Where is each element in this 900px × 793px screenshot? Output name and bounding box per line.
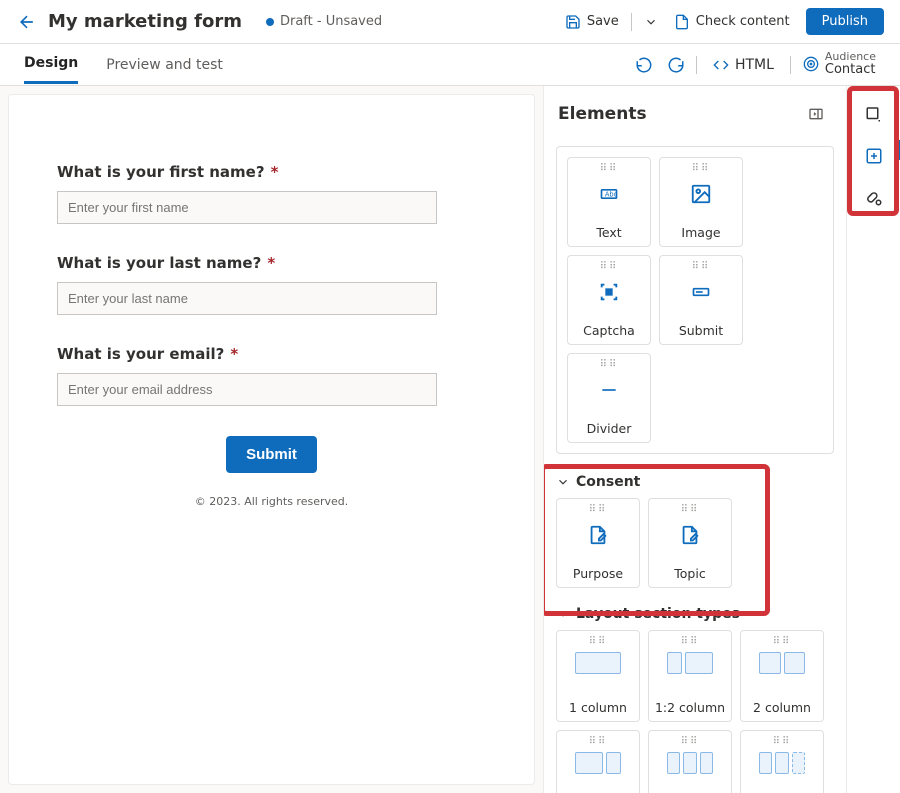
element-tile-divider[interactable]: ⠿⠿ Divider <box>567 353 651 443</box>
grip-icon: ⠿⠿ <box>600 362 619 367</box>
tile-label: Submit <box>679 323 723 338</box>
html-toggle-button[interactable]: HTML <box>707 53 780 77</box>
tile-label: 1:2 column <box>655 700 725 715</box>
consent-tile-topic[interactable]: ⠿⠿ Topic <box>648 498 732 588</box>
grip-icon: ⠿⠿ <box>681 739 700 744</box>
tile-label: Image <box>681 225 720 240</box>
svg-text:Abc: Abc <box>605 191 618 199</box>
element-tile-text[interactable]: ⠿⠿ Abc Text <box>567 157 651 247</box>
tab-preview[interactable]: Preview and test <box>106 47 223 83</box>
tile-label: Topic <box>674 566 705 581</box>
divider <box>696 56 697 74</box>
section-consent-toggle[interactable]: Consent <box>556 474 834 490</box>
rail-elements-button[interactable] <box>860 142 888 170</box>
code-icon <box>713 57 729 73</box>
tile-label: Text <box>596 225 621 240</box>
section-layout-title: Layout section types <box>576 606 740 622</box>
layout-1-2-icon <box>667 652 713 674</box>
element-tile-submit[interactable]: ⠿⠿ Submit <box>659 255 743 345</box>
save-dropdown-button[interactable] <box>636 10 666 34</box>
element-tile-captcha[interactable]: ⠿⠿ Captcha <box>567 255 651 345</box>
grip-icon: ⠿⠿ <box>681 639 700 644</box>
layout-tile-3col[interactable]: ⠿⠿ 3 column <box>648 730 732 793</box>
tile-label: 2 column <box>753 700 811 715</box>
divider <box>790 56 791 74</box>
status-text: Draft - Unsaved <box>280 14 382 29</box>
redo-button[interactable] <box>662 51 690 79</box>
target-icon <box>803 56 819 72</box>
email-input[interactable] <box>57 373 437 406</box>
undo-button[interactable] <box>630 51 658 79</box>
grip-icon: ⠿⠿ <box>773 739 792 744</box>
layout-tile-2col[interactable]: ⠿⠿ 2 column <box>740 630 824 722</box>
consent-tile-purpose[interactable]: ⠿⠿ Purpose <box>556 498 640 588</box>
panel-title: Elements <box>558 104 647 124</box>
audience-selector[interactable]: Audience Contact <box>803 51 876 77</box>
layout-custom-icon <box>759 752 805 774</box>
grip-icon: ⠿⠿ <box>600 264 619 269</box>
tile-label: Purpose <box>573 566 623 581</box>
layout-tile-1col[interactable]: ⠿⠿ 1 column <box>556 630 640 722</box>
check-content-button[interactable]: Check content <box>666 9 798 35</box>
grip-icon: ⠿⠿ <box>681 507 700 512</box>
grip-icon: ⠿⠿ <box>773 639 792 644</box>
field-label-email: What is your email?* <box>57 345 486 363</box>
divider-icon <box>594 375 624 405</box>
submit-icon <box>686 277 716 307</box>
document-icon <box>674 14 690 30</box>
save-icon <box>565 14 581 30</box>
save-label: Save <box>587 14 619 29</box>
first-name-input[interactable] <box>57 191 437 224</box>
element-tile-image[interactable]: ⠿⠿ Image <box>659 157 743 247</box>
rail-fields-button[interactable] <box>860 100 888 128</box>
layout-3col-icon <box>667 752 713 774</box>
section-consent-title: Consent <box>576 474 640 490</box>
form-submit-button[interactable]: Submit <box>226 436 317 473</box>
save-button[interactable]: Save <box>557 9 627 35</box>
chevron-down-icon <box>556 607 570 621</box>
status-dot-icon <box>266 18 274 26</box>
layout-tile-2-1[interactable]: ⠿⠿ 2:1 column <box>556 730 640 793</box>
tile-label: Captcha <box>583 323 635 338</box>
image-icon <box>686 179 716 209</box>
section-layout-toggle[interactable]: Layout section types <box>556 606 834 622</box>
tile-label: 1 column <box>569 700 627 715</box>
layout-tile-custom[interactable]: ⠿⠿ Custom <box>740 730 824 793</box>
field-label-last-name: What is your last name?* <box>57 254 486 272</box>
purpose-icon <box>583 520 613 550</box>
grip-icon: ⠿⠿ <box>589 739 608 744</box>
grip-icon: ⠿⠿ <box>692 166 711 171</box>
layout-2-1-icon <box>575 752 621 774</box>
form-canvas[interactable]: What is your first name?* What is your l… <box>8 94 535 785</box>
page-title: My marketing form <box>48 11 242 32</box>
tile-label: Divider <box>587 421 632 436</box>
panel-collapse-button[interactable] <box>802 100 830 128</box>
publish-button[interactable]: Publish <box>806 8 884 35</box>
field-label-first-name: What is your first name?* <box>57 163 486 181</box>
tab-design[interactable]: Design <box>24 45 78 84</box>
grip-icon: ⠿⠿ <box>692 264 711 269</box>
html-label: HTML <box>735 57 774 73</box>
captcha-icon <box>594 277 624 307</box>
topic-icon <box>675 520 705 550</box>
layout-2col-icon <box>759 652 805 674</box>
grip-icon: ⠿⠿ <box>600 166 619 171</box>
layout-1col-icon <box>575 652 621 674</box>
rail-styles-button[interactable] <box>860 184 888 212</box>
text-icon: Abc <box>594 179 624 209</box>
chevron-down-icon <box>556 475 570 489</box>
grip-icon: ⠿⠿ <box>589 639 608 644</box>
grip-icon: ⠿⠿ <box>589 507 608 512</box>
last-name-input[interactable] <box>57 282 437 315</box>
divider <box>631 13 632 31</box>
back-button[interactable] <box>16 11 38 33</box>
audience-value: Contact <box>825 63 876 77</box>
layout-tile-1-2[interactable]: ⠿⠿ 1:2 column <box>648 630 732 722</box>
check-content-label: Check content <box>696 14 790 29</box>
form-footer: © 2023. All rights reserved. <box>57 495 486 508</box>
